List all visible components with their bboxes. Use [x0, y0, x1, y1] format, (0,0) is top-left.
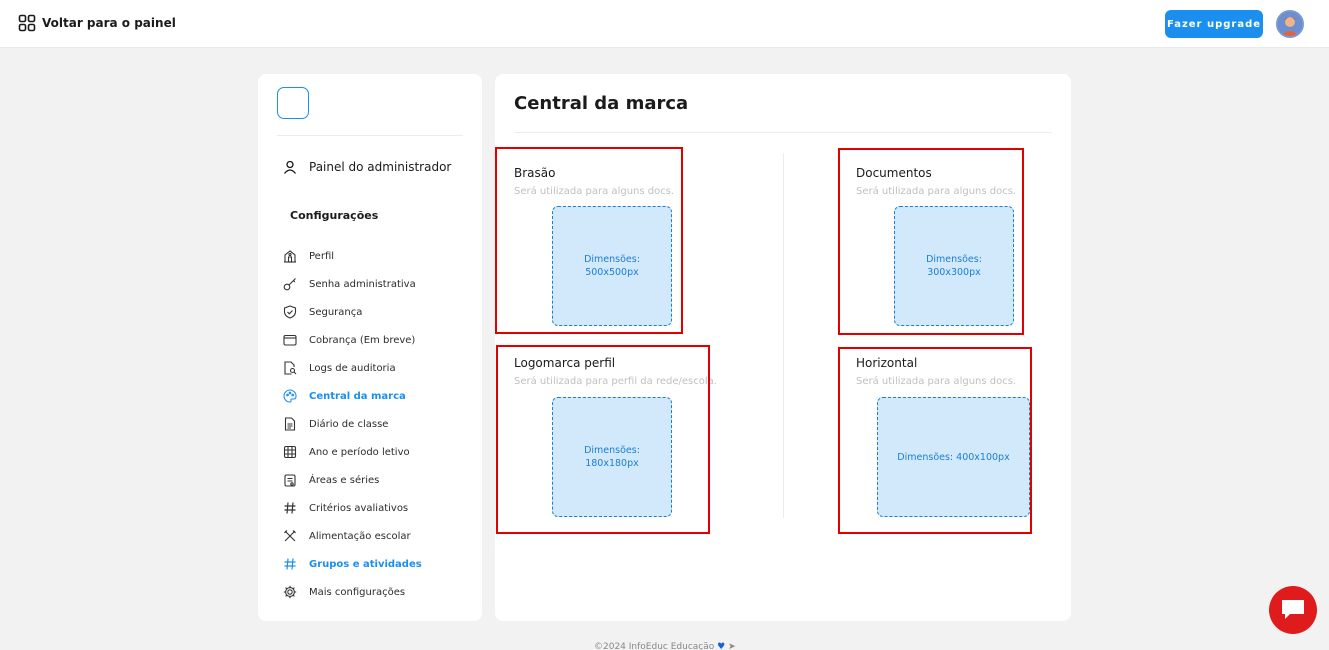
- sidebar-item-brand-center[interactable]: Central da marca: [283, 382, 422, 410]
- settings-nav: Perfil Senha administrativa Segurança Co…: [283, 242, 422, 606]
- utensils-icon: [284, 530, 296, 542]
- sidebar-item-label: Logs de auditoria: [309, 362, 396, 374]
- upload-dropzone[interactable]: Dimensões: 180x180px: [552, 397, 672, 517]
- chat-button[interactable]: [1269, 586, 1317, 634]
- sidebar-item-school-year[interactable]: Ano e período letivo: [283, 438, 422, 466]
- upload-dropzone[interactable]: Dimensões: 400x100px: [877, 397, 1030, 517]
- title-divider: [514, 132, 1052, 133]
- sidebar-item-label: Central da marca: [309, 390, 406, 402]
- sidebar-item-label: Diário de classe: [309, 418, 389, 430]
- dimensions-label: Dimensões: 400x100px: [897, 451, 1010, 463]
- user-icon: [283, 160, 297, 174]
- gear-icon: [283, 585, 297, 599]
- footer-copyright: ©2024 InfoEduc Educação ♥ ➤: [594, 642, 736, 650]
- sidebar-item-school-meals[interactable]: Alimentação escolar: [283, 522, 422, 550]
- card-description: Será utilizada para alguns docs.: [856, 376, 1017, 387]
- sidebar-item-label: Perfil: [309, 250, 335, 262]
- sidebar-item-class-diary[interactable]: Diário de classe: [283, 410, 422, 438]
- sidebar-item-label: Grupos e atividades: [309, 558, 422, 570]
- back-label: Voltar para o painel: [42, 16, 176, 30]
- wallet-icon: [283, 334, 297, 346]
- hash-icon: [284, 502, 296, 514]
- palette-icon: [283, 389, 297, 403]
- sidebar-item-label: Áreas e séries: [309, 474, 380, 486]
- card-title: Horizontal: [856, 356, 918, 370]
- footer-text: ©2024 InfoEduc Educação: [594, 642, 715, 650]
- sidebar-item-security[interactable]: Segurança: [283, 298, 422, 326]
- sidebar-item-more-settings[interactable]: Mais configurações: [283, 578, 422, 606]
- section-title-settings: Configurações: [290, 209, 379, 222]
- brand-card-horizontal: Horizontal Será utilizada para alguns do…: [837, 344, 1071, 534]
- rocket-icon: ➤: [728, 642, 736, 650]
- brand-card-brasao: Brasão Será utilizada para alguns docs. …: [495, 154, 783, 344]
- heart-icon: ♥: [717, 642, 726, 650]
- sidebar-item-perfil[interactable]: Perfil: [283, 242, 422, 270]
- dimensions-label: Dimensões: 180x180px: [584, 445, 640, 469]
- sidebar-item-label: Alimentação escolar: [309, 530, 411, 542]
- upload-dropzone[interactable]: Dimensões: 500x500px: [552, 206, 672, 326]
- sidebar-item-billing[interactable]: Cobrança (Em breve): [283, 326, 422, 354]
- shield-icon: [283, 305, 297, 319]
- sidebar-item-label: Mais configurações: [309, 586, 406, 598]
- chat-icon: [1282, 600, 1304, 619]
- sidebar-item-admin-panel[interactable]: Painel do administrador: [283, 160, 451, 174]
- sidebar-item-label: Segurança: [309, 306, 363, 318]
- grid-icon: [18, 14, 36, 32]
- column-divider: [783, 153, 784, 518]
- sidebar-item-areas-grades[interactable]: Áreas e séries: [283, 466, 422, 494]
- card-title: Logomarca perfil: [514, 356, 616, 370]
- card-description: Será utilizada para alguns docs.: [514, 186, 675, 197]
- top-bar: Voltar para o painel Fazer upgrade: [0, 0, 1329, 48]
- user-avatar-icon: [1278, 12, 1302, 36]
- building-icon: [284, 250, 296, 263]
- card-title: Brasão: [514, 166, 556, 180]
- upgrade-button[interactable]: Fazer upgrade: [1165, 10, 1263, 38]
- document-icon: [284, 417, 296, 431]
- calendar-icon: [283, 445, 297, 459]
- brand-card-documentos: Documentos Será utilizada para alguns do…: [837, 154, 1071, 344]
- sidebar-item-groups-activities[interactable]: Grupos e atividades: [283, 550, 422, 578]
- avatar[interactable]: [1276, 10, 1304, 38]
- sidebar-item-admin-password[interactable]: Senha administrativa: [283, 270, 422, 298]
- page-title: Central da marca: [514, 93, 689, 114]
- dimensions-label: Dimensões: 300x300px: [926, 254, 982, 278]
- settings-sidebar: Painel do administrador Configurações Pe…: [258, 74, 482, 621]
- brand-card-logomarca-perfil: Logomarca perfil Será utilizada para per…: [495, 344, 783, 534]
- sidebar-item-label: Ano e período letivo: [309, 446, 410, 458]
- card-description: Será utilizada para alguns docs.: [856, 186, 1017, 197]
- sidebar-item-label: Senha administrativa: [309, 278, 416, 290]
- key-icon: [283, 278, 296, 291]
- brand-center-panel: Central da marca Brasão Será utilizada p…: [495, 74, 1071, 621]
- dimensions-label: Dimensões: 500x500px: [584, 254, 640, 278]
- sidebar-item-label: Painel do administrador: [309, 160, 452, 174]
- sidebar-item-label: Cobrança (Em breve): [309, 334, 416, 346]
- file-search-icon: [284, 361, 297, 375]
- sidebar-item-assessment-criteria[interactable]: Critérios avaliativos: [283, 494, 422, 522]
- sidebar-item-label: Critérios avaliativos: [309, 502, 409, 514]
- card-description: Será utilizada para perfil da rede/escol…: [514, 376, 717, 387]
- sidebar-divider: [277, 135, 463, 136]
- upload-dropzone[interactable]: Dimensões: 300x300px: [894, 206, 1014, 326]
- back-to-dashboard-link[interactable]: Voltar para o painel: [18, 14, 176, 32]
- card-title: Documentos: [856, 166, 932, 180]
- hash-icon: [284, 558, 296, 570]
- school-logo-placeholder: [277, 87, 309, 119]
- clipboard-icon: [284, 474, 296, 487]
- sidebar-item-audit-logs[interactable]: Logs de auditoria: [283, 354, 422, 382]
